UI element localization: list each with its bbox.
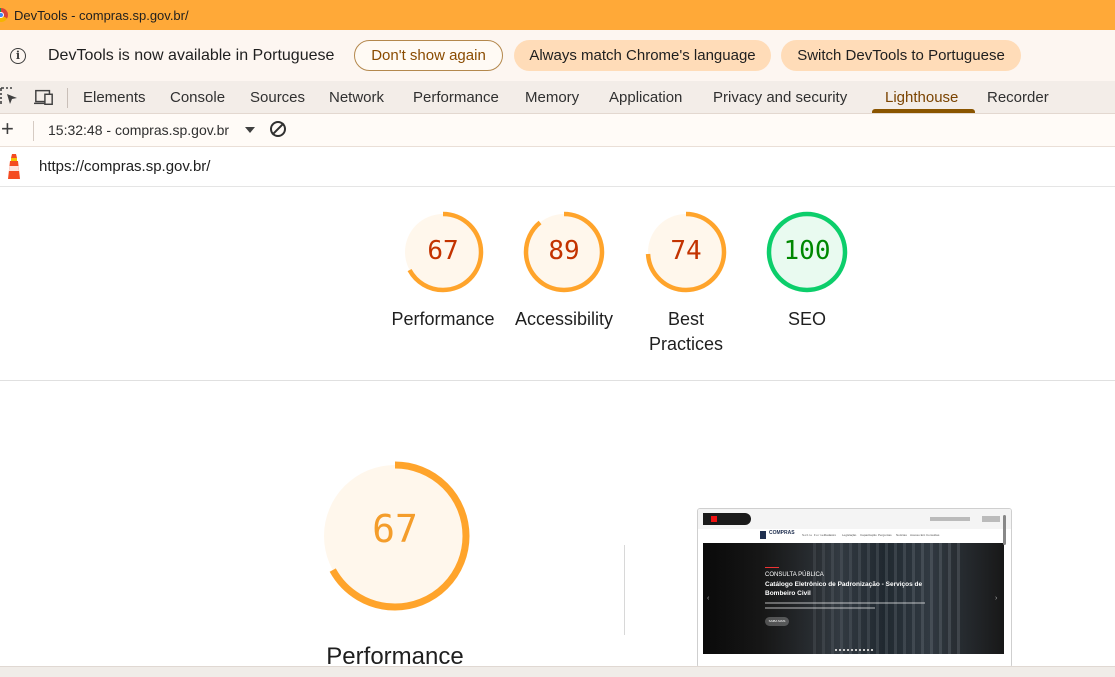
final-screenshot-thumbnail[interactable]: COMPRAS Sobre Fornec Cadastro Legislação… bbox=[697, 508, 1012, 668]
thumb-prev-icon: ‹ bbox=[707, 595, 710, 602]
thumb-nav-4: Capacitação bbox=[860, 533, 877, 537]
always-match-language-button[interactable]: Always match Chrome's language bbox=[514, 40, 771, 71]
thumb-kicker: CONSULTA PÚBLICA bbox=[765, 572, 824, 578]
thumb-kicker-rule bbox=[765, 567, 779, 568]
thumb-topbar bbox=[698, 509, 1011, 529]
tab-privacy-and-security[interactable]: Privacy and security bbox=[713, 81, 847, 114]
device-toolbar-icon[interactable] bbox=[34, 87, 54, 107]
gauge-accessibility[interactable]: 89 bbox=[522, 210, 606, 294]
gauge-score: 67 bbox=[427, 236, 459, 266]
gauge-score: 89 bbox=[548, 236, 580, 266]
thumb-nav-8: Consultas bbox=[926, 533, 940, 537]
window-title: DevTools - compras.sp.gov.br/ bbox=[14, 7, 189, 23]
thumb-logo-text: COMPRAS bbox=[769, 530, 795, 536]
thumb-compras-logo-icon bbox=[760, 531, 766, 539]
thumb-search-icon bbox=[982, 516, 1000, 522]
gauge-performance[interactable]: 67 bbox=[401, 210, 485, 294]
gauge-label: Accessibility bbox=[514, 309, 614, 329]
inspect-element-icon[interactable] bbox=[0, 87, 20, 107]
gauge-label-line: Practices bbox=[648, 334, 724, 354]
tab-console[interactable]: Console bbox=[170, 81, 225, 114]
tab-network[interactable]: Network bbox=[329, 81, 384, 114]
chrome-icon bbox=[0, 8, 8, 22]
thumb-scrollbar bbox=[1003, 515, 1006, 545]
report-url[interactable]: https://compras.sp.gov.br/ bbox=[39, 158, 210, 175]
thumb-nav-6: Notícias bbox=[896, 533, 907, 537]
gauge-best-practices[interactable]: 74 bbox=[644, 210, 728, 294]
thumb-hero: CONSULTA PÚBLICA Catálogo Eletrônico de … bbox=[703, 543, 1004, 654]
thumb-nav-5: Perguntas bbox=[878, 533, 892, 537]
infobar-message: DevTools is now available in Portuguese bbox=[48, 46, 335, 64]
section-divider bbox=[0, 380, 1115, 381]
chevron-down-icon[interactable] bbox=[245, 127, 255, 133]
thumb-nav-2: Cadastro bbox=[824, 533, 837, 537]
gauge-seo[interactable]: 100 bbox=[765, 210, 849, 294]
gauge-label: Performance bbox=[391, 309, 495, 329]
tabbar-divider bbox=[67, 88, 68, 108]
thumb-social-icons bbox=[930, 517, 970, 521]
thumb-hero-overlay bbox=[703, 543, 1004, 654]
gauge-label-line: Best bbox=[667, 309, 705, 329]
switch-to-portuguese-button[interactable]: Switch DevTools to Portuguese bbox=[781, 40, 1021, 71]
tab-memory[interactable]: Memory bbox=[525, 81, 579, 114]
thumb-nav-3: Legislação bbox=[842, 533, 857, 537]
dont-show-again-button[interactable]: Don't show again bbox=[354, 40, 503, 71]
thumb-navbar: COMPRAS Sobre Fornec Cadastro Legislação… bbox=[698, 529, 1011, 543]
language-infobar: i DevTools is now available in Portugues… bbox=[0, 30, 1115, 81]
clear-reports-icon[interactable] bbox=[270, 121, 286, 137]
thumb-headline-2: Bombeiro Civil bbox=[765, 590, 811, 597]
tab-sources[interactable]: Sources bbox=[250, 81, 305, 114]
thumb-body-line-1 bbox=[765, 602, 925, 604]
tab-elements[interactable]: Elements bbox=[83, 81, 146, 114]
thumb-body-line-2 bbox=[765, 607, 875, 609]
thumb-gov-logo bbox=[703, 513, 751, 525]
tab-application[interactable]: Application bbox=[609, 81, 682, 114]
horizontal-scrollbar[interactable] bbox=[0, 666, 1115, 677]
performance-big-score: 67 bbox=[372, 507, 418, 551]
toolbar-divider bbox=[33, 121, 34, 141]
active-tab-indicator bbox=[872, 109, 975, 113]
lighthouse-toolbar: + 15:32:48 - compras.sp.gov.br bbox=[0, 114, 1115, 147]
tab-recorder[interactable]: Recorder bbox=[987, 81, 1049, 114]
report-selector[interactable]: 15:32:48 - compras.sp.gov.br bbox=[48, 122, 229, 138]
thumb-flag-icon bbox=[711, 516, 717, 522]
gauge-label: Best Practices bbox=[626, 307, 746, 357]
thumb-next-icon: › bbox=[995, 595, 998, 602]
thumb-carousel-dots bbox=[835, 649, 873, 651]
thumb-nav-7: Acesso Ent bbox=[910, 533, 926, 537]
new-report-plus-icon[interactable]: + bbox=[1, 118, 14, 140]
report-url-row: https://compras.sp.gov.br/ bbox=[0, 147, 1115, 187]
gauge-label: SEO bbox=[787, 309, 826, 329]
info-icon: i bbox=[10, 47, 26, 64]
gauge-score: 100 bbox=[783, 236, 831, 266]
thumb-headline-1: Catálogo Eletrônico de Padronização - Se… bbox=[765, 581, 923, 588]
gauge-score: 74 bbox=[670, 236, 702, 266]
thumb-nav-1: Sobre Fornec bbox=[802, 533, 827, 537]
lighthouse-logo-icon bbox=[8, 154, 20, 179]
section-vertical-divider bbox=[624, 545, 625, 635]
tab-performance[interactable]: Performance bbox=[413, 81, 499, 114]
thumb-cta-button: SAIBA MAIS bbox=[765, 617, 789, 626]
window-titlebar: DevTools - compras.sp.gov.br/ bbox=[0, 0, 1115, 30]
